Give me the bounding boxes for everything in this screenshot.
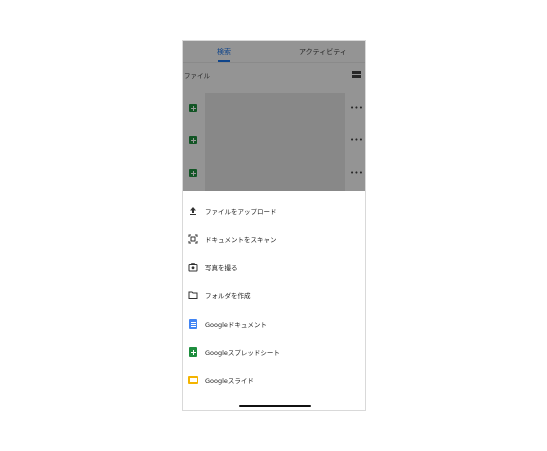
google-sheets-icon bbox=[189, 347, 197, 357]
home-indicator[interactable] bbox=[239, 405, 311, 407]
menu-item-google-sheets[interactable]: Googleスプレッドシート bbox=[183, 341, 365, 363]
menu-item-label: Googleスライド bbox=[205, 377, 254, 385]
google-docs-icon bbox=[189, 319, 197, 329]
google-slides-icon bbox=[188, 376, 198, 384]
menu-item-google-slides[interactable]: Googleスライド bbox=[183, 369, 365, 391]
folder-icon bbox=[188, 290, 198, 300]
menu-item-label: ファイルをアップロード bbox=[205, 208, 277, 216]
camera-icon bbox=[188, 262, 198, 272]
create-new-bottom-sheet: ファイルをアップロード ドキュメントをスキャン 写真を撮る フォルダを作成 Go… bbox=[183, 191, 365, 410]
upload-icon bbox=[188, 206, 198, 216]
menu-item-label: Googleスプレッドシート bbox=[205, 349, 280, 357]
menu-item-google-docs[interactable]: Googleドキュメント bbox=[183, 313, 365, 335]
menu-item-take-photo[interactable]: 写真を撮る bbox=[183, 256, 365, 278]
modal-scrim[interactable] bbox=[183, 41, 365, 191]
phone-screen: 検索 アクティビティ ファイル ••• ••• ••• ファイルをアップロード … bbox=[182, 40, 366, 411]
menu-item-scan-document[interactable]: ドキュメントをスキャン bbox=[183, 228, 365, 250]
scan-icon bbox=[188, 234, 198, 244]
menu-item-create-folder[interactable]: フォルダを作成 bbox=[183, 284, 365, 306]
menu-item-label: Googleドキュメント bbox=[205, 321, 267, 329]
menu-item-label: ドキュメントをスキャン bbox=[205, 236, 277, 244]
menu-item-label: 写真を撮る bbox=[205, 264, 238, 272]
menu-item-upload-file[interactable]: ファイルをアップロード bbox=[183, 200, 365, 222]
menu-item-label: フォルダを作成 bbox=[205, 292, 251, 300]
